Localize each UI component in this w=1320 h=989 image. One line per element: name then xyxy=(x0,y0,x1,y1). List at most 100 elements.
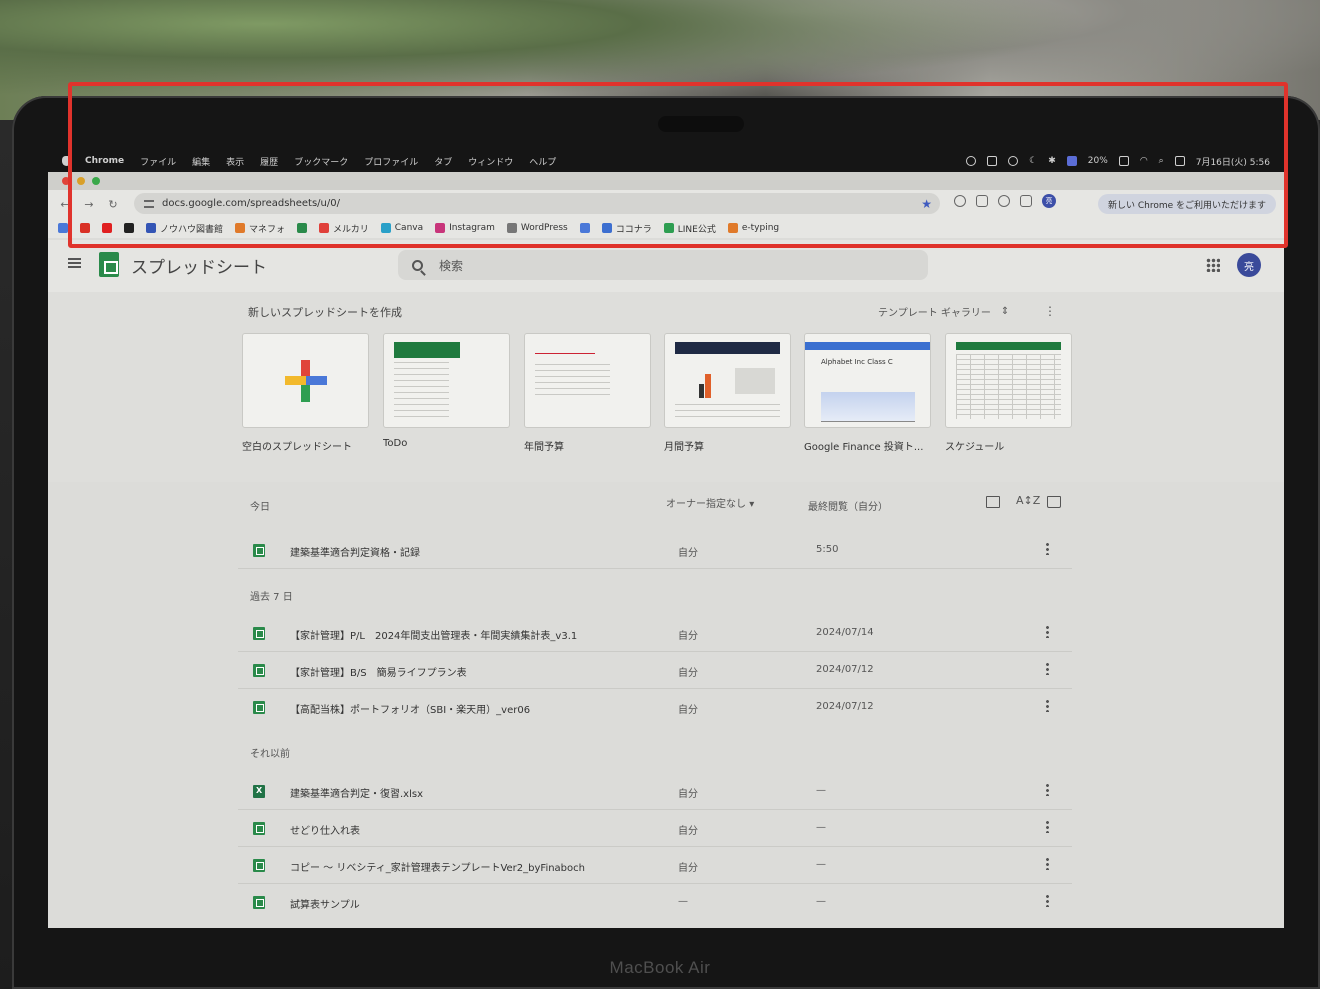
table-row[interactable]: 建築基準適合判定資格・記録 自分 5:50 xyxy=(238,532,1072,569)
menu-tab[interactable]: タブ xyxy=(434,155,452,168)
bookmark-item[interactable] xyxy=(579,223,590,233)
moon-icon[interactable]: ☾ xyxy=(1029,156,1037,166)
menubar-app-name[interactable]: Chrome xyxy=(85,156,124,166)
menu-history[interactable]: 履歴 xyxy=(260,155,278,168)
template-schedule[interactable]: スケジュール xyxy=(945,333,1072,453)
template-annual-budget[interactable]: 年間予算 xyxy=(524,333,651,453)
menu-edit[interactable]: 編集 xyxy=(192,155,210,168)
play-status-icon[interactable] xyxy=(1008,156,1019,166)
menu-profile[interactable]: プロファイル xyxy=(364,155,418,168)
spotlight-search-icon[interactable]: ⌕ xyxy=(1159,156,1164,166)
more-actions-icon[interactable] xyxy=(1046,699,1049,712)
table-row[interactable]: 【家計管理】P/L 2024年間支出管理表・年間実績集計表_v3.1 自分 20… xyxy=(238,615,1072,652)
more-actions-icon[interactable] xyxy=(1046,820,1049,833)
menu-bookmarks[interactable]: ブックマーク xyxy=(294,155,348,168)
bookmark-item[interactable] xyxy=(124,223,134,233)
more-actions-icon[interactable] xyxy=(1046,857,1049,870)
chrome-update-button[interactable]: 新しい Chrome をご利用いただけます xyxy=(1098,194,1277,214)
bookmark-item[interactable] xyxy=(102,223,112,233)
bookmark-item[interactable]: WordPress xyxy=(506,223,568,233)
template-gallery-button[interactable]: テンプレート ギャラリー ⇕ xyxy=(878,304,1009,319)
bookmark-item[interactable]: マネフォ xyxy=(235,222,285,235)
file-name[interactable]: 建築基準適合判定資格・記録 xyxy=(290,544,420,559)
sheets-logo-icon[interactable] xyxy=(99,252,119,277)
bookmark-item[interactable]: ノウハウ図書館 xyxy=(146,222,223,235)
close-window-icon[interactable] xyxy=(62,177,70,185)
control-center-icon[interactable] xyxy=(1174,156,1185,166)
template-thumbnail[interactable] xyxy=(524,333,651,428)
apple-icon[interactable] xyxy=(62,156,71,166)
table-row[interactable]: 試算表サンプル — — xyxy=(238,884,1072,921)
bookmark-item[interactable]: e-typing xyxy=(727,223,779,233)
owner-filter[interactable]: オーナー指定なし ▾ xyxy=(666,495,754,510)
main-menu-icon[interactable] xyxy=(68,258,81,268)
file-name[interactable]: 【高配当株】ポートフォリオ（SBI・楽天用）_ver06 xyxy=(290,701,530,716)
extension-icon[interactable] xyxy=(954,195,966,207)
performance-icon[interactable] xyxy=(998,195,1010,207)
battery-icon[interactable] xyxy=(1118,156,1129,166)
forward-icon[interactable]: → xyxy=(82,198,96,211)
bookmark-item[interactable] xyxy=(80,223,90,233)
app-title[interactable]: スプレッドシート xyxy=(131,253,267,278)
more-actions-icon[interactable] xyxy=(1046,625,1049,638)
url-text[interactable]: docs.google.com/spreadsheets/u/0/ xyxy=(162,198,340,209)
address-bar[interactable]: docs.google.com/spreadsheets/u/0/ ★ xyxy=(134,193,940,214)
profile-avatar-small[interactable]: 亮 xyxy=(1042,194,1056,208)
minimize-window-icon[interactable] xyxy=(77,177,85,185)
template-thumbnail[interactable] xyxy=(664,333,791,428)
media-control-icon[interactable] xyxy=(1020,195,1032,207)
drive-status-icon[interactable] xyxy=(987,156,998,166)
template-thumbnail[interactable] xyxy=(242,333,369,428)
template-thumbnail[interactable] xyxy=(383,333,510,428)
folder-picker-icon[interactable] xyxy=(1047,496,1061,508)
site-info-icon[interactable] xyxy=(144,199,154,208)
menubar-clock[interactable]: 7月16日(火) 5:56 xyxy=(1196,155,1270,168)
template-thumbnail[interactable] xyxy=(945,333,1072,428)
table-row[interactable]: 建築基準適合判定・復習.xlsx 自分 — xyxy=(238,773,1072,810)
template-todo[interactable]: ToDo xyxy=(383,333,510,449)
bookmark-item[interactable] xyxy=(297,223,308,233)
reload-icon[interactable]: ↻ xyxy=(106,198,120,211)
sort-az-icon[interactable]: A↕Z xyxy=(1016,494,1040,507)
more-actions-icon[interactable] xyxy=(1046,783,1049,796)
file-name[interactable]: 建築基準適合判定・復習.xlsx xyxy=(290,785,423,800)
more-actions-icon[interactable] xyxy=(1046,894,1049,907)
table-row[interactable]: コピー ～ リベシティ_家計管理表テンプレートVer2_byFinaboch 自… xyxy=(238,847,1072,884)
bookmark-item[interactable]: ココナラ xyxy=(601,222,652,235)
grid-view-icon[interactable] xyxy=(986,496,1000,508)
search-input[interactable]: 検索 xyxy=(398,250,928,280)
bookmark-item[interactable]: メルカリ xyxy=(319,222,369,235)
back-icon[interactable]: ← xyxy=(58,198,72,211)
more-actions-icon[interactable] xyxy=(1046,542,1049,555)
zoom-window-icon[interactable] xyxy=(92,177,100,185)
template-thumbnail[interactable]: Alphabet Inc Class C xyxy=(804,333,931,428)
file-name[interactable]: 試算表サンプル xyxy=(290,896,360,911)
file-name[interactable]: せどり仕入れ表 xyxy=(290,822,360,837)
bookmark-item[interactable] xyxy=(58,223,68,233)
file-name[interactable]: コピー ～ リベシティ_家計管理表テンプレートVer2_byFinaboch xyxy=(290,859,585,874)
google-apps-icon[interactable] xyxy=(1206,258,1220,272)
template-google-finance[interactable]: Alphabet Inc Class C Google Finance 投資ト.… xyxy=(804,333,931,453)
chrome-status-icon[interactable] xyxy=(966,156,977,166)
bluetooth-icon[interactable]: ✱ xyxy=(1048,156,1056,166)
more-actions-icon[interactable] xyxy=(1046,662,1049,675)
menu-file[interactable]: ファイル xyxy=(140,155,176,168)
table-row[interactable]: 【家計管理】B/S 簡易ライフプラン表 自分 2024/07/12 xyxy=(238,652,1072,689)
bookmark-item[interactable]: Instagram xyxy=(435,223,495,233)
account-avatar[interactable]: 亮 xyxy=(1237,253,1261,277)
menu-view[interactable]: 表示 xyxy=(226,155,244,168)
template-monthly-budget[interactable]: 月間予算 xyxy=(664,333,791,453)
bookmark-item[interactable]: LINE公式 xyxy=(663,222,716,235)
file-name[interactable]: 【家計管理】P/L 2024年間支出管理表・年間実績集計表_v3.1 xyxy=(290,627,577,642)
input-method-icon[interactable] xyxy=(1066,156,1077,166)
last-opened-sort[interactable]: 最終閲覧（自分） xyxy=(808,498,888,513)
table-row[interactable]: せどり仕入れ表 自分 — xyxy=(238,810,1072,847)
more-options-icon[interactable]: ⋮ xyxy=(1044,304,1056,318)
table-row[interactable]: 【高配当株】ポートフォリオ（SBI・楽天用）_ver06 自分 2024/07/… xyxy=(238,689,1072,726)
extensions-puzzle-icon[interactable] xyxy=(976,195,988,207)
menu-help[interactable]: ヘルプ xyxy=(529,155,556,168)
wifi-icon[interactable]: ◠ xyxy=(1140,156,1148,166)
template-blank[interactable]: 空白のスプレッドシート xyxy=(242,333,369,453)
bookmark-star-icon[interactable]: ★ xyxy=(921,197,932,211)
file-name[interactable]: 【家計管理】B/S 簡易ライフプラン表 xyxy=(290,664,467,679)
